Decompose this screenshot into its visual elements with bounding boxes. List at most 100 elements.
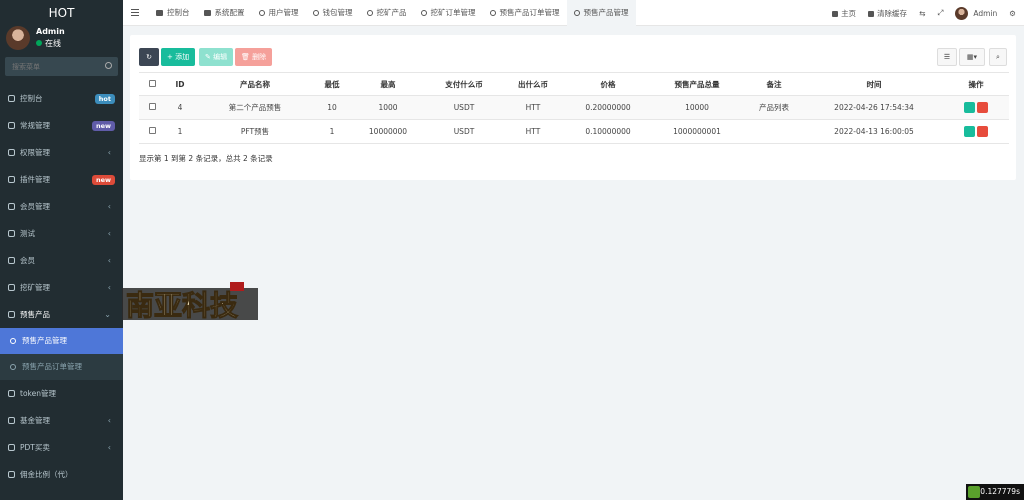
sidebar-item-token[interactable]: token管理 <box>0 380 123 407</box>
settings-icon[interactable]: ⚙ <box>1009 9 1016 18</box>
menu-toggle-icon[interactable] <box>131 9 139 16</box>
column-header[interactable]: 支付什么币 <box>427 72 501 96</box>
content-panel: ↻ + 添加 ✎ 编辑 🗑 删除 ☰ ▦▾ ⌕ ID 产品名称 最低 最高 支付… <box>130 35 1016 180</box>
tab-presale-products[interactable]: 预售产品管理 <box>566 0 636 26</box>
edit-button[interactable]: ✎ 编辑 <box>199 48 234 66</box>
column-header[interactable]: 价格 <box>565 72 651 96</box>
sidebar-item-fund[interactable]: 基金管理 ‹ <box>0 407 123 434</box>
refresh-button[interactable]: ↻ <box>139 48 159 66</box>
sidebar-item-label: 会员管理 <box>20 202 50 211</box>
circle-icon <box>312 10 319 16</box>
column-header[interactable]: 产品名称 <box>195 72 315 96</box>
sidebar-item-label: 挖矿管理 <box>20 283 50 292</box>
home-link[interactable]: 主页 <box>832 8 856 19</box>
search-toggle-icon[interactable]: ⌕ <box>989 48 1007 66</box>
nav-right: 主页 清除缓存 ⇆ ⤢ Admin ⚙ <box>832 0 1024 26</box>
circle-icon <box>366 10 373 16</box>
user-status: 在线 <box>36 38 61 49</box>
cell-price: 0.20000000 <box>565 95 651 120</box>
cell-total: 10000 <box>651 95 743 120</box>
sidebar-item-member[interactable]: 会员 ‹ <box>0 247 123 274</box>
column-header[interactable]: 最高 <box>349 72 427 96</box>
row-select-cell <box>139 95 165 120</box>
sidebar-search-input[interactable] <box>5 57 100 76</box>
admin-menu[interactable]: Admin <box>973 9 997 18</box>
sidebar-item-pdt[interactable]: PDT买卖 ‹ <box>0 434 123 461</box>
tab-label: 钱包管理 <box>322 8 353 17</box>
sidebar-item-auth[interactable]: 权限管理 ‹ <box>0 139 123 166</box>
select-all-checkbox[interactable] <box>148 79 156 87</box>
new-badge: new <box>91 121 115 131</box>
edit-row-icon[interactable] <box>964 102 975 113</box>
app-title[interactable]: HOT <box>0 0 123 26</box>
circle-icon <box>258 10 265 16</box>
column-header[interactable]: 最低 <box>315 72 349 96</box>
sidebar-item-label: 会员 <box>20 256 35 265</box>
column-header[interactable]: ID <box>165 72 195 96</box>
table-row[interactable]: 4 第二个产品预售 10 1000 USDT HTT 0.20000000 10… <box>139 95 1009 120</box>
row-checkbox[interactable] <box>148 103 156 110</box>
sidebar-item-label: 测试 <box>20 229 35 238</box>
trash-icon <box>868 10 875 17</box>
delete-row-icon[interactable] <box>977 102 988 113</box>
tab-label: 系统配置 <box>214 8 245 17</box>
column-header[interactable]: 预售产品总量 <box>651 72 743 96</box>
language-icon[interactable]: ⇆ <box>919 9 925 18</box>
presale-icon <box>8 311 15 318</box>
tab-label: 预售产品订单管理 <box>499 8 560 17</box>
cell-time: 2022-04-26 17:54:34 <box>805 95 943 120</box>
clear-cache-label: 清除缓存 <box>877 8 908 18</box>
column-header[interactable]: 备注 <box>743 72 805 96</box>
edit-row-icon[interactable] <box>964 126 975 137</box>
clear-cache-button[interactable]: 清除缓存 <box>868 8 907 19</box>
search-icon[interactable] <box>105 62 112 69</box>
sidebar-search <box>5 57 118 76</box>
nanya-tech-logo: 南亚科技 <box>122 282 258 323</box>
debug-bar-icon[interactable] <box>968 486 980 498</box>
fund-icon <box>8 417 15 424</box>
user-circle-icon <box>8 203 15 210</box>
column-header[interactable]: 时间 <box>805 72 943 96</box>
sidebar-item-presale-products[interactable]: 预售产品管理 <box>0 328 123 354</box>
cogs-icon <box>8 122 15 129</box>
tab-mining-orders[interactable]: 挖矿订单管理 <box>414 0 483 26</box>
avatar[interactable] <box>955 6 969 20</box>
chevron-left-icon: ‹ <box>107 229 111 238</box>
tab-mining-products[interactable]: 挖矿产品 <box>360 0 414 26</box>
cell-min: 1 <box>315 119 349 144</box>
sidebar-item-presale[interactable]: 预售产品 ⌄ <box>0 301 123 328</box>
add-button[interactable]: + 添加 <box>161 48 196 66</box>
export-dropdown-icon[interactable]: ▦▾ <box>959 48 985 66</box>
columns-toggle-icon[interactable]: ☰ <box>937 48 957 66</box>
cell-actions <box>943 95 1009 120</box>
tab-users[interactable]: 用户管理 <box>252 0 306 26</box>
tab-system-config[interactable]: 系统配置 <box>197 0 252 26</box>
group-icon <box>8 149 15 156</box>
sidebar-item-presale-orders[interactable]: 预售产品订单管理 <box>0 354 123 380</box>
tab-dashboard[interactable]: 控制台 <box>149 0 197 26</box>
tab-wallet[interactable]: 钱包管理 <box>306 0 360 26</box>
table-row[interactable]: 1 PFT预售 1 10000000 USDT HTT 0.10000000 1… <box>139 119 1009 144</box>
timer-value: 0.127779s <box>980 487 1020 496</box>
dashboard-icon <box>8 95 15 102</box>
cell-actions <box>943 119 1009 144</box>
sidebar-item-dashboard[interactable]: 控制台 hot <box>0 85 123 112</box>
column-header[interactable]: 出什么币 <box>501 72 565 96</box>
fullscreen-icon[interactable]: ⤢ <box>937 8 943 18</box>
chevron-down-icon: ⌄ <box>104 310 111 319</box>
user-name: Admin <box>36 27 65 36</box>
sidebar-item-members[interactable]: 会员管理 ‹ <box>0 193 123 220</box>
circle-icon <box>10 338 16 344</box>
cell-max: 1000 <box>349 95 427 120</box>
data-table: ID 产品名称 最低 最高 支付什么币 出什么币 价格 预售产品总量 备注 时间… <box>139 72 1009 144</box>
sidebar-item-general[interactable]: 常规管理 new <box>0 112 123 139</box>
delete-button[interactable]: 🗑 删除 <box>235 48 273 66</box>
tab-presale-orders[interactable]: 预售产品订单管理 <box>483 0 567 26</box>
page-timer: 0.127779s <box>966 484 1024 500</box>
sidebar-item-plugins[interactable]: 插件管理 new <box>0 166 123 193</box>
row-checkbox[interactable] <box>148 127 156 134</box>
sidebar-item-mining[interactable]: 挖矿管理 ‹ <box>0 274 123 301</box>
sidebar-item-test[interactable]: 测试 ‹ <box>0 220 123 247</box>
sidebar-item-commission[interactable]: 佣金比例（代） <box>0 461 123 488</box>
delete-row-icon[interactable] <box>977 126 988 137</box>
